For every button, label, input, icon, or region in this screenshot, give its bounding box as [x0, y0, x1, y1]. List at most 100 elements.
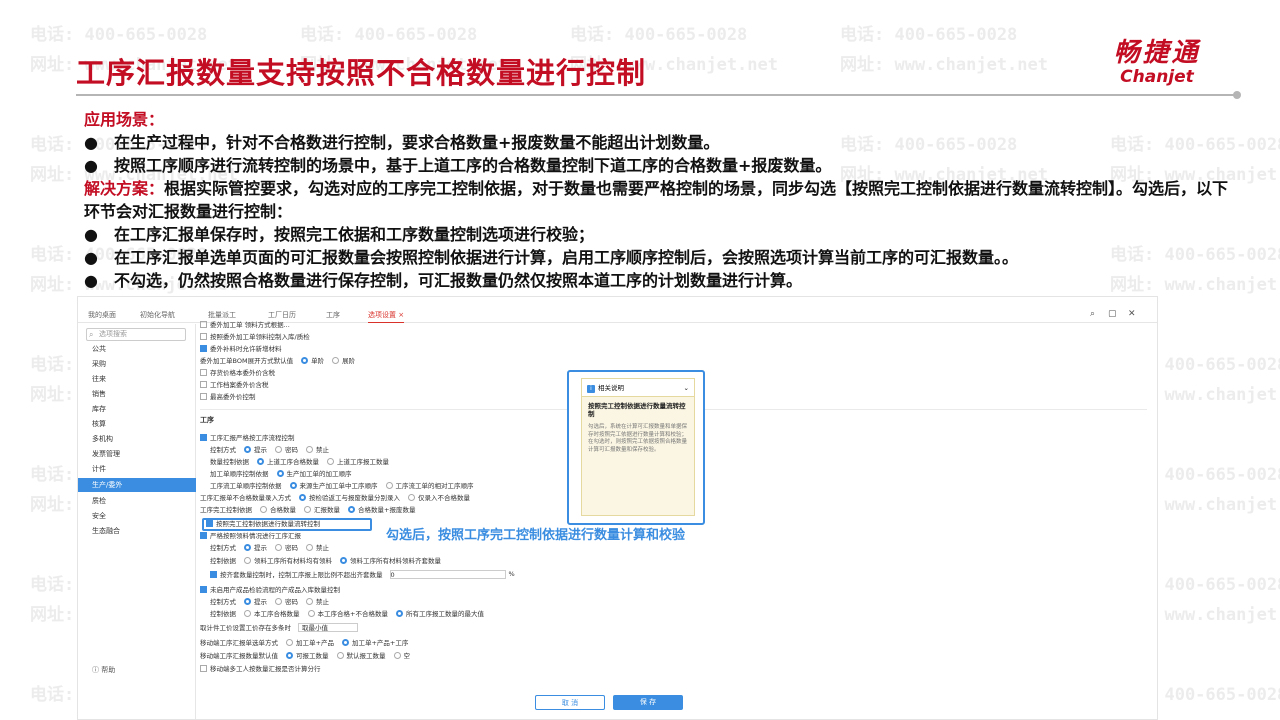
sidebar-item-account[interactable]: 往来	[78, 372, 196, 386]
sidebar-item-inventory[interactable]: 库存	[78, 402, 196, 416]
option-row: 控制方式 提示 密码 禁止	[210, 542, 329, 552]
radio-selected[interactable]	[244, 445, 251, 453]
checkbox[interactable]	[200, 368, 207, 376]
sidebar-item-qc[interactable]: 质检	[78, 494, 196, 508]
radio-selected[interactable]	[301, 356, 309, 364]
sidebar-item-multi-org[interactable]: 多机构	[78, 432, 196, 446]
option-value: 密码	[285, 446, 298, 454]
option-value: 提示	[254, 598, 267, 606]
option-value: 工序流工单的相对工序顺序	[395, 482, 474, 490]
radio[interactable]	[327, 457, 334, 465]
cancel-button[interactable]: 取 消	[535, 695, 605, 710]
checkbox-checked[interactable]	[200, 433, 207, 441]
radio-selected[interactable]	[395, 609, 403, 617]
option-label: 委外加工单BOM展开方式默认值	[200, 357, 294, 365]
radio[interactable]	[306, 445, 313, 453]
option-row: 工作档案委外价含税	[200, 379, 269, 389]
ratio-input[interactable]: 0	[389, 569, 506, 579]
checkbox-checked[interactable]	[200, 344, 207, 352]
option-value: 可报工数量	[296, 652, 329, 660]
sidebar-item-ecosystem[interactable]: 生态融合	[78, 524, 196, 538]
scenario-label: 应用场景：	[84, 110, 165, 129]
option-label: 控制方式	[210, 598, 236, 606]
help-label: 帮助	[101, 666, 116, 674]
radio[interactable]	[385, 481, 393, 489]
radio[interactable]	[306, 597, 313, 605]
checkbox[interactable]	[200, 320, 207, 328]
tab-init-nav[interactable]: 初始化导航	[140, 310, 175, 320]
checkbox[interactable]	[200, 380, 207, 388]
checkbox[interactable]	[200, 332, 207, 340]
radio-selected[interactable]	[289, 481, 297, 489]
radio-selected[interactable]	[286, 651, 293, 659]
radio[interactable]	[275, 543, 282, 551]
solution-paragraph: 解决方案：根据实际管控要求，勾选对应的工序完工控制依据，对于数量也需要严格控制的…	[84, 177, 1234, 223]
radio[interactable]	[336, 651, 344, 659]
checkbox[interactable]	[200, 392, 207, 400]
radio[interactable]	[393, 651, 401, 659]
option-row: 移动端多工人按数量汇报是否计算分行	[200, 663, 321, 673]
option-label: 控制依据	[210, 557, 236, 565]
checkbox[interactable]	[200, 664, 207, 672]
radio[interactable]	[244, 609, 251, 617]
sidebar-item-invoice[interactable]: 发票管理	[78, 447, 196, 461]
watermark-phone: 电话: 400-665-0028	[300, 25, 478, 45]
option-label: 按齐套数量控制时，控制工序报上限比例不超出齐套数量	[220, 571, 383, 579]
option-label: 工序汇报单不合格数量录入方式	[200, 494, 291, 502]
radio-selected[interactable]	[348, 505, 355, 513]
scenario-item-text: 在生产过程中，针对不合格数进行控制，要求合格数量+报废数量不能超出计划数量。	[114, 133, 720, 152]
option-value: 单阶	[311, 357, 325, 365]
sidebar-item-production[interactable]: 生产/委外	[78, 478, 196, 492]
save-button[interactable]: 保 存	[613, 695, 683, 710]
price-select[interactable]: 取最小值	[298, 622, 358, 632]
sidebar-item-security[interactable]: 安全	[78, 509, 196, 523]
radio[interactable]	[286, 638, 293, 646]
radio[interactable]	[260, 505, 267, 513]
option-value: 本工序合格+不合格数量	[317, 610, 388, 618]
radio-selected[interactable]	[299, 493, 306, 501]
checkbox-checked[interactable]	[210, 570, 217, 578]
radio-selected[interactable]	[340, 556, 347, 564]
option-label: 按照委外加工单领料控制入库/质检	[210, 333, 310, 341]
option-label: 移动端工序汇报单选单方式	[200, 639, 278, 647]
radio[interactable]	[244, 556, 251, 564]
option-value: 提示	[254, 446, 267, 454]
radio[interactable]	[275, 445, 282, 453]
sidebar-item-piecework[interactable]: 计件	[78, 462, 196, 476]
sidebar-item-purchase[interactable]: 采购	[78, 357, 196, 371]
checkbox-checked[interactable]	[200, 585, 207, 593]
sidebar-item-sales[interactable]: 销售	[78, 387, 196, 401]
checkbox-checked[interactable]	[200, 531, 207, 539]
popup-header-text: 相关说明	[598, 384, 624, 392]
radio[interactable]	[307, 609, 315, 617]
options-search-input[interactable]: ⌕ 选项搜索	[86, 328, 186, 341]
sidebar-item-public[interactable]: 公共	[78, 342, 196, 356]
sidebar-item-costing[interactable]: 核算	[78, 417, 196, 431]
watermark-phone: 电话: 400-665-0028	[30, 25, 208, 45]
radio[interactable]	[306, 543, 313, 551]
option-row: 存货价格本委外价含税	[200, 367, 275, 377]
radio-selected[interactable]	[244, 597, 251, 605]
radio-selected[interactable]	[341, 638, 349, 646]
logo-english: Chanjet	[1120, 67, 1194, 87]
radio-selected[interactable]	[257, 457, 264, 465]
scenario-item-text: 按照工序顺序进行流转控制的场景中，基于上道工序的合格数量控制下道工序的合格数量+…	[114, 156, 832, 175]
tab-my-desktop[interactable]: 我的桌面	[88, 310, 116, 320]
radio[interactable]	[304, 505, 311, 513]
options-sidebar: ⌕ 选项搜索 公共 采购 往来 销售 库存 核算 多机构 发票管理 计件 生产/委…	[78, 324, 196, 719]
option-row: 工序流工单顺序控制依据 来源生产加工单中工序顺序 工序流工单的相对工序顺序	[210, 480, 474, 490]
radio[interactable]	[275, 597, 282, 605]
info-icon: i	[587, 385, 595, 393]
option-value: 上道工序报工数量	[337, 458, 389, 466]
radio-selected[interactable]	[276, 469, 284, 477]
radio[interactable]	[332, 356, 340, 364]
radio[interactable]	[408, 493, 415, 501]
slide-body: 应用场景： ● 在生产过程中，针对不合格数进行控制，要求合格数量+报废数量不能超出…	[84, 108, 1234, 292]
solution-item: ● 在工序汇报单选单页面的可汇报数量会按照控制依据进行计算，启用工序顺序控制后，会…	[84, 246, 1234, 269]
option-label: 存货价格本委外价含税	[210, 369, 275, 377]
help-link[interactable]: ⓘ 帮助	[92, 665, 115, 675]
chevron-down-icon[interactable]: ⌄	[684, 384, 689, 392]
option-label: 移动端工序汇报数量默认值	[200, 652, 278, 660]
option-row: 控制依据 领料工序所有材料均有领料 领料工序所有材料领料齐套数量	[210, 555, 441, 565]
radio-selected[interactable]	[244, 543, 251, 551]
